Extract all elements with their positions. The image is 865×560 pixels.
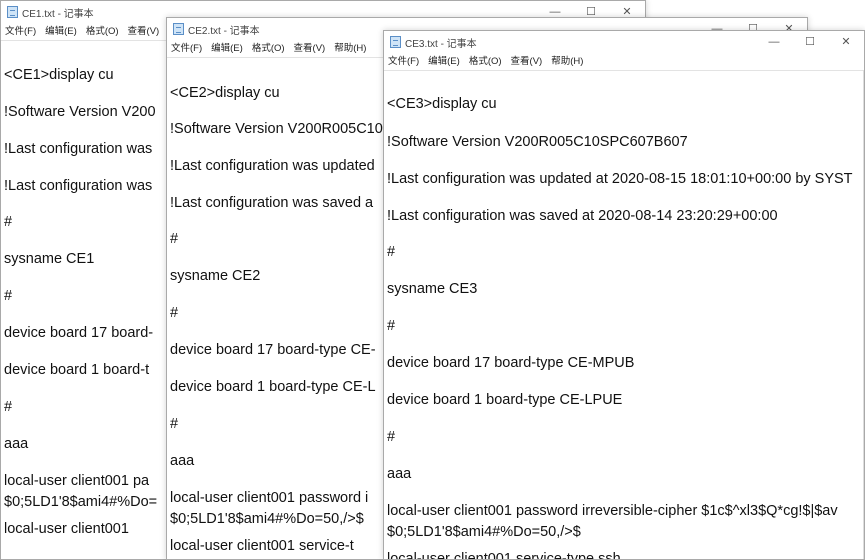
menu-edit[interactable]: 编辑(E) [428, 53, 460, 70]
text-line: # [170, 231, 179, 247]
text-line: sysname CE3 [387, 281, 478, 297]
text-line: # [387, 244, 396, 260]
text-line: !Software Version V200 [4, 104, 156, 120]
text-line: device board 1 board-type CE-LPUE [387, 392, 623, 408]
menu-file[interactable]: 文件(F) [388, 53, 419, 70]
text-line: $0;5LD1'8$ami4#%Do=50,/>$ [170, 511, 364, 527]
menu-file[interactable]: 文件(F) [5, 23, 36, 40]
text-line: local-user client001 service-type ssh [387, 551, 621, 560]
text-line: device board 17 board-type CE-MPUB [387, 355, 635, 371]
text-line: device board 17 board- [4, 325, 154, 341]
window-title: CE2.txt - 记事本 [188, 26, 260, 37]
text-line: device board 1 board-type CE-L [170, 379, 376, 395]
text-line: <CE1>display cu [4, 67, 114, 83]
text-line: # [170, 416, 179, 432]
notepad-icon [390, 36, 401, 48]
title-bar[interactable]: CE3.txt - 记事本 — ☐ ✕ [384, 31, 864, 53]
menu-format[interactable]: 格式(O) [86, 23, 119, 40]
text-line: sysname CE2 [170, 268, 261, 284]
text-line: !Last configuration was [4, 178, 153, 194]
menu-help[interactable]: 帮助(H) [551, 53, 583, 70]
menu-view[interactable]: 查看(V) [128, 23, 160, 40]
text-line: device board 17 board-type CE- [170, 342, 376, 358]
text-line: local-user client001 password irreversib… [387, 503, 838, 519]
text-line: local-user client001 service-t [170, 538, 354, 554]
text-line: local-user client001 [4, 521, 129, 537]
text-line: local-user client001 pa [4, 473, 150, 489]
maximize-icon[interactable]: ☐ [792, 31, 828, 53]
text-line: !Last configuration was updated at 2020-… [387, 171, 853, 187]
text-line: !Last configuration was saved a [170, 195, 374, 211]
text-line: $0;5LD1'8$ami4#%Do= [4, 494, 158, 510]
menu-file[interactable]: 文件(F) [171, 40, 202, 57]
text-line: !Software Version V200R005C10SPC607B607 [387, 134, 688, 150]
window-title: CE3.txt - 记事本 [405, 39, 477, 50]
notepad-icon [173, 23, 184, 35]
text-line: # [4, 214, 13, 230]
menu-view[interactable]: 查看(V) [294, 40, 326, 57]
text-editor-area[interactable]: <CE3>display cu !Software Version V200R00… [384, 70, 864, 559]
text-line: aaa [387, 466, 412, 482]
text-line: sysname CE1 [4, 251, 95, 267]
text-line: device board 1 board-t [4, 362, 150, 378]
text-line: # [387, 318, 396, 334]
text-line: # [4, 288, 13, 304]
menu-help[interactable]: 帮助(H) [334, 40, 366, 57]
menu-format[interactable]: 格式(O) [469, 53, 502, 70]
text-line: <CE3>display cu [387, 96, 497, 112]
text-line: <CE2>display cu [170, 85, 280, 101]
notepad-icon [7, 6, 18, 18]
text-line: !Last configuration was updated [170, 158, 375, 174]
text-line: # [4, 399, 13, 415]
window-title: CE1.txt - 记事本 [22, 9, 94, 20]
menu-bar: 文件(F) 编辑(E) 格式(O) 查看(V) 帮助(H) [384, 53, 864, 70]
text-line: local-user client001 password i [170, 490, 369, 506]
close-icon[interactable]: ✕ [828, 31, 864, 53]
text-line: # [170, 305, 179, 321]
notepad-window-ce3[interactable]: CE3.txt - 记事本 — ☐ ✕ 文件(F) 编辑(E) 格式(O) 查看(V) 帮助(H… [383, 30, 865, 560]
text-line: $0;5LD1'8$ami4#%Do=50,/>$ [387, 524, 581, 540]
text-line: !Last configuration was saved at 2020-08… [387, 208, 778, 224]
text-line: aaa [4, 436, 29, 452]
text-line: !Last configuration was [4, 141, 153, 157]
window-right-edge [863, 70, 864, 559]
text-line: aaa [170, 453, 195, 469]
menu-format[interactable]: 格式(O) [252, 40, 285, 57]
menu-view[interactable]: 查看(V) [511, 53, 543, 70]
menu-edit[interactable]: 编辑(E) [45, 23, 77, 40]
minimize-icon[interactable]: — [756, 31, 792, 53]
menu-edit[interactable]: 编辑(E) [211, 40, 243, 57]
text-line: # [387, 429, 396, 445]
text-line: !Software Version V200R005C10 [170, 121, 383, 137]
